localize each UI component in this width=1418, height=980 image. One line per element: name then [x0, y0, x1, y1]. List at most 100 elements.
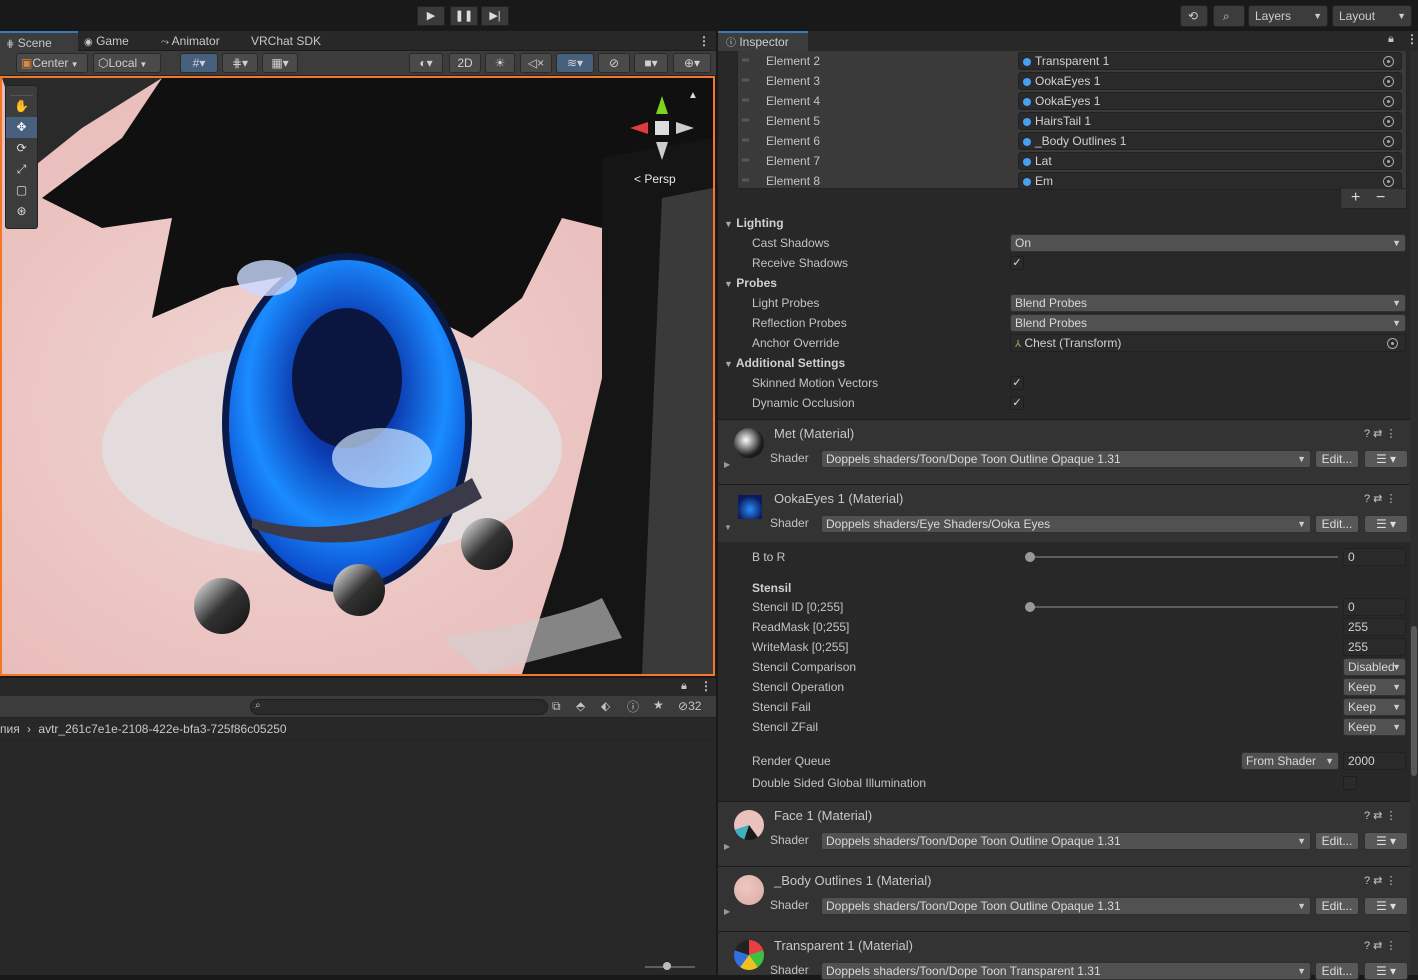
add-element-button[interactable]: + [1351, 189, 1360, 207]
drag-handle-icon[interactable]: ═ [742, 71, 749, 91]
element-material-field[interactable]: OokaEyes 1 [1018, 72, 1402, 90]
reflection-probes-dropdown[interactable]: Blend Probes ▼ [1010, 314, 1406, 332]
foldout-arrow-icon[interactable]: ▶ [724, 460, 730, 469]
render-queue-input[interactable]: 2000 [1343, 752, 1406, 770]
hand-tool-button[interactable]: ✋ [6, 96, 37, 117]
drag-handle-icon[interactable]: ═ [742, 111, 749, 131]
shader-options-button[interactable]: ☰ ▾ [1364, 897, 1408, 915]
shader-edit-button[interactable]: Edit... [1315, 897, 1359, 915]
grid-snap-button[interactable]: #▾ [180, 53, 218, 73]
tab-animator[interactable]: ⤳ Animator [161, 31, 241, 51]
layout-dropdown[interactable]: Layout ▼ [1332, 5, 1412, 27]
shader-dropdown-met[interactable]: Doppels shaders/Toon/Dope Toon Outline O… [821, 450, 1311, 468]
pause-button[interactable]: ❚❚ [450, 6, 478, 26]
tab-scene[interactable]: ⋕ Scene [0, 31, 78, 51]
lighting-foldout[interactable]: ▼ Lighting [718, 213, 1418, 233]
shader-dropdown-transparent[interactable]: Doppels shaders/Toon/Dope Toon Transpare… [821, 962, 1311, 980]
zoom-slider[interactable] [645, 962, 695, 970]
lock-icon[interactable]: 🔒︎ [1388, 33, 1394, 46]
step-button[interactable]: ▶| [481, 6, 509, 26]
lighting-toggle-button[interactable]: ☀ [485, 53, 515, 73]
object-picker-icon[interactable] [1383, 76, 1394, 87]
shader-options-button[interactable]: ☰ ▾ [1364, 832, 1408, 850]
skinned-motion-checkbox[interactable]: ✓ [1010, 376, 1024, 390]
drag-handle-icon[interactable]: ═ [742, 51, 749, 71]
dynamic-occlusion-checkbox[interactable]: ✓ [1010, 396, 1024, 410]
layers-dropdown[interactable]: Layers ▼ [1248, 5, 1328, 27]
palette-drag-handle[interactable] [10, 86, 33, 96]
info-icon[interactable]: ⓘ [627, 698, 639, 715]
shader-options-button[interactable]: ☰ ▾ [1364, 450, 1408, 468]
receive-shadows-checkbox[interactable]: ✓ [1010, 256, 1024, 270]
stencil-zfail-dropdown[interactable]: Keep ▼ [1343, 718, 1406, 736]
shader-options-button[interactable]: ☰ ▾ [1364, 515, 1408, 533]
shader-edit-button[interactable]: Edit... [1315, 962, 1359, 980]
rect-tool-button[interactable]: ▢ [6, 180, 37, 201]
object-picker-icon[interactable] [1383, 136, 1394, 147]
object-picker-icon[interactable] [1387, 338, 1398, 349]
search-by-type-icon[interactable]: ⧉ [552, 699, 561, 714]
object-picker-icon[interactable] [1383, 56, 1394, 67]
anchor-override-field[interactable]: ⅄ Chest (Transform) [1010, 334, 1406, 352]
b-to-r-slider-track[interactable] [1030, 556, 1338, 558]
stencil-id-input[interactable]: 0 [1343, 598, 1406, 616]
search-input[interactable]: ⌕ [250, 699, 548, 715]
inspector-scrollbar[interactable] [1410, 51, 1418, 975]
writemask-input[interactable]: 255 [1343, 638, 1406, 656]
foldout-arrow-icon[interactable]: ▼ [724, 523, 732, 532]
breadcrumb-prefix[interactable]: пия [0, 722, 20, 736]
breadcrumb-current[interactable]: avtr_261c7e1e-2108-422e-bfa3-725f86c0525… [38, 722, 286, 736]
gizmos-button[interactable]: ⊕▾ [673, 53, 711, 73]
shader-edit-button[interactable]: Edit... [1315, 515, 1359, 533]
material-header-icons[interactable]: ? ⇄ ⋮ [1364, 809, 1396, 822]
shader-dropdown-ookaeyes[interactable]: Doppels shaders/Eye Shaders/Ooka Eyes ▼ [821, 515, 1311, 533]
space-dropdown[interactable]: ⬡Local ▼ [93, 53, 161, 73]
material-header-icons[interactable]: ? ⇄ ⋮ [1364, 874, 1396, 887]
additional-settings-foldout[interactable]: ▼ Additional Settings [718, 353, 1418, 373]
readmask-input[interactable]: 255 [1343, 618, 1406, 636]
shading-mode-button[interactable]: ◐▾ [409, 53, 443, 73]
tab-vrchat-sdk[interactable]: VRChat SDK [251, 31, 341, 51]
stencil-fail-dropdown[interactable]: Keep ▼ [1343, 698, 1406, 716]
element-material-field[interactable]: HairsTail 1 [1018, 112, 1402, 130]
drag-handle-icon[interactable]: ═ [742, 131, 749, 151]
persp-label[interactable]: < Persp [634, 172, 676, 186]
stencil-comparison-dropdown[interactable]: Disabled ▼ [1343, 658, 1406, 676]
more-menu-icon[interactable]: ⋮ [698, 31, 710, 51]
drag-handle-icon[interactable]: ═ [742, 151, 749, 171]
light-probes-dropdown[interactable]: Blend Probes ▼ [1010, 294, 1406, 312]
b-to-r-slider-knob[interactable] [1025, 552, 1035, 562]
camera-settings-button[interactable]: ■▾ [634, 53, 668, 73]
hidden-objects-button[interactable]: ⊘ [598, 53, 630, 73]
grid-visibility-button[interactable]: ▦▾ [262, 53, 298, 73]
render-queue-mode-dropdown[interactable]: From Shader ▼ [1241, 752, 1339, 770]
scale-tool-button[interactable]: ⤢ [6, 159, 37, 180]
foldout-arrow-icon[interactable]: ▶ [724, 907, 730, 916]
mode-2d-button[interactable]: 2D [449, 53, 481, 73]
lock-icon[interactable]: ▲ [688, 90, 698, 101]
object-picker-icon[interactable] [1383, 156, 1394, 167]
object-picker-icon[interactable] [1383, 116, 1394, 127]
cast-shadows-dropdown[interactable]: On ▼ [1010, 234, 1406, 252]
shader-dropdown-face[interactable]: Doppels shaders/Toon/Dope Toon Outline O… [821, 832, 1311, 850]
material-header-icons[interactable]: ? ⇄ ⋮ [1364, 939, 1396, 952]
more-menu-icon[interactable]: ⋮ [700, 679, 712, 693]
inspector-scrollbar-thumb[interactable] [1411, 626, 1417, 776]
b-to-r-input[interactable]: 0 [1343, 548, 1406, 566]
pivot-dropdown[interactable]: ▣Center ▼ [16, 53, 88, 73]
tag-icon[interactable]: ⬖ [601, 699, 610, 713]
zoom-slider-knob[interactable] [663, 962, 671, 970]
element-material-field[interactable]: Lat [1018, 152, 1402, 170]
star-icon[interactable]: ★ [653, 698, 664, 712]
material-header-icons[interactable]: ? ⇄ ⋮ [1364, 492, 1396, 505]
shader-options-button[interactable]: ☰ ▾ [1364, 962, 1408, 980]
element-material-field[interactable]: Transparent 1 [1018, 52, 1402, 70]
scene-viewport[interactable]: ✋ ✥ ⟳ ⤢ ▢ ⊛ < Persp ▲ [0, 76, 715, 676]
material-header-icons[interactable]: ? ⇄ ⋮ [1364, 427, 1396, 440]
stencil-operation-dropdown[interactable]: Keep ▼ [1343, 678, 1406, 696]
rotate-tool-button[interactable]: ⟳ [6, 138, 37, 159]
element-material-field[interactable]: OokaEyes 1 [1018, 92, 1402, 110]
probes-foldout[interactable]: ▼ Probes [718, 273, 1418, 293]
shader-dropdown-body-outlines[interactable]: Doppels shaders/Toon/Dope Toon Outline O… [821, 897, 1311, 915]
effects-button[interactable]: ≋▾ [556, 53, 594, 73]
